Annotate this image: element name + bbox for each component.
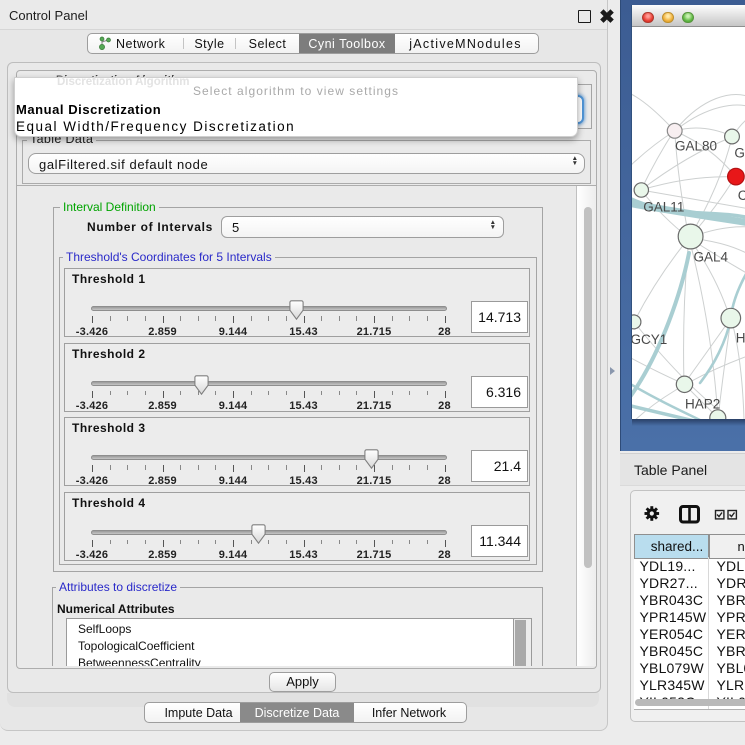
svg-text:HI: HI bbox=[736, 331, 745, 346]
svg-text:HAP2: HAP2 bbox=[685, 396, 720, 411]
svg-text:GAL11: GAL11 bbox=[643, 199, 684, 214]
svg-text:CY: CY bbox=[738, 188, 745, 203]
svg-text:GA: GA bbox=[734, 145, 745, 160]
svg-text:GAL80: GAL80 bbox=[675, 139, 717, 154]
svg-text:GCY1: GCY1 bbox=[632, 332, 667, 347]
svg-text:GAL4: GAL4 bbox=[694, 249, 729, 264]
